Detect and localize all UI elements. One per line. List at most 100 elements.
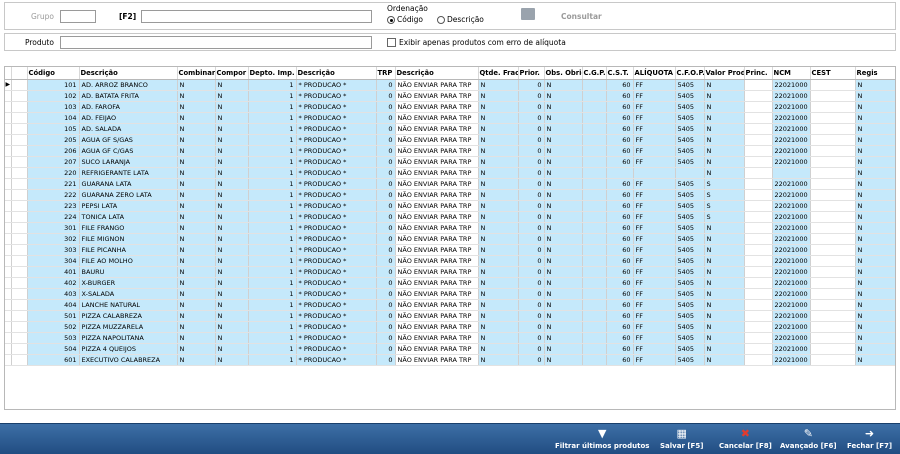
table-row[interactable]: 304 FILE AO MOLHO N N 1 * PRODUCAO * 0 NÃO ENVI…: [5, 255, 895, 267]
table-row[interactable]: 302 FILE MIGNON N N 1 * PRODUCAO * 0 NÃO ENVIAR…: [5, 233, 895, 245]
table-cell: N: [544, 211, 583, 223]
table-cell: [744, 233, 773, 245]
column-header[interactable]: ALÍQUOTA: [633, 67, 676, 80]
table-row[interactable]: 502 PIZZA MUZZARELA N N 1 * PRODUCAO * 0 NÃO EN…: [5, 321, 895, 333]
column-header[interactable]: Obs. Obrig.: [544, 67, 583, 80]
column-header[interactable]: TRP: [376, 67, 396, 80]
table-cell: X-BURGER: [79, 277, 178, 289]
table-cell: N: [704, 354, 745, 366]
search-book-icon[interactable]: [521, 8, 535, 20]
table-cell: NÃO ENVIAR PARA TRP: [395, 79, 479, 91]
consultar-button[interactable]: Consultar: [561, 12, 602, 21]
table-cell: 60: [606, 310, 634, 322]
table-cell: 0: [376, 255, 396, 267]
table-cell: 60: [606, 79, 634, 91]
table-row[interactable]: 103 AD. FAROFA N N 1 * PRODUCAO * 0 NÃO ENVIAR …: [5, 101, 895, 113]
table-cell: [744, 266, 773, 278]
table-row[interactable]: 206 AGUA GF C/GAS N N 1 * PRODUCAO * 0 NÃO ENVI…: [5, 145, 895, 157]
table-row[interactable]: 223 PEPSI LATA N N 1 * PRODUCAO * 0 NÃO ENVIAR …: [5, 200, 895, 212]
table-cell: [582, 123, 607, 135]
table-cell: N: [215, 200, 249, 212]
avancado-button[interactable]: ✎ Avançado [F6]: [780, 425, 837, 450]
table-cell: 0: [518, 288, 545, 300]
fechar-button[interactable]: ➜ Fechar [F7]: [847, 425, 892, 450]
grupo-code-input[interactable]: [60, 10, 96, 23]
column-header[interactable]: Princ.: [744, 67, 773, 80]
column-header[interactable]: C.S.T.: [606, 67, 634, 80]
table-row[interactable]: 221 GUARANA LATA N N 1 * PRODUCAO * 0 NÃO ENVIA…: [5, 178, 895, 190]
cancelar-button[interactable]: ✖ Cancelar [F8]: [719, 425, 772, 450]
table-cell: * PRODUCAO *: [296, 233, 377, 245]
column-header[interactable]: NCM: [772, 67, 811, 80]
table-row[interactable]: 503 PIZZA NAPOLITANA N N 1 * PRODUCAO * 0 NÃO E…: [5, 332, 895, 344]
table-cell: 301: [27, 222, 80, 234]
table-row[interactable]: 220 REFRIGERANTE LATA N N 1 * PRODUCAO * 0 NÃO …: [5, 167, 895, 179]
table-cell: 1: [248, 189, 297, 201]
spacer-cell: [11, 211, 28, 223]
table-row[interactable]: 401 BAURU N N 1 * PRODUCAO * 0 NÃO ENVIAR PARA …: [5, 266, 895, 278]
table-row[interactable]: 224 TONICA LATA N N 1 * PRODUCAO * 0 NÃO ENVIAR…: [5, 211, 895, 223]
spacer-cell: [11, 79, 28, 91]
table-row[interactable]: 222 GUARANA ZERO LATA N N 1 * PRODUCAO * 0 NÃO …: [5, 189, 895, 201]
column-header[interactable]: Compor: [215, 67, 249, 80]
table-cell: N: [544, 244, 583, 256]
table-row[interactable]: 205 AGUA GF S/GAS N N 1 * PRODUCAO * 0 NÃO ENVI…: [5, 134, 895, 146]
table-row[interactable]: 402 X-BURGER N N 1 * PRODUCAO * 0 NÃO ENVIAR PA…: [5, 277, 895, 289]
table-cell: [582, 321, 607, 333]
order-by-codigo-radio[interactable]: Código: [387, 15, 423, 24]
table-cell: [582, 255, 607, 267]
table-row[interactable]: 104 AD. FEIJAO N N 1 * PRODUCAO * 0 NÃO ENVIAR …: [5, 112, 895, 124]
table-row[interactable]: 303 FILE PICANHA N N 1 * PRODUCAO * 0 NÃO ENVIA…: [5, 244, 895, 256]
column-header[interactable]: CEST: [810, 67, 856, 80]
column-header[interactable]: Código: [27, 67, 80, 80]
table-cell: 22021000: [772, 145, 811, 157]
table-cell: 1: [248, 79, 297, 91]
column-header[interactable]: Valor Prod.: [704, 67, 745, 80]
products-grid[interactable]: Código Descrição Combinar Compor Depto. Imp.…: [4, 66, 896, 410]
table-row[interactable]: ▶ 101 AD. ARROZ BRANCO N N 1 * PRODUCAO * 0 NÃO …: [5, 79, 895, 91]
order-by-descricao-radio[interactable]: Descrição: [437, 15, 484, 24]
column-header[interactable]: Descrição: [296, 67, 377, 80]
table-row[interactable]: 504 PIZZA 4 QUEIJOS N N 1 * PRODUCAO * 0 NÃO EN…: [5, 343, 895, 355]
table-cell: 5405: [675, 255, 705, 267]
table-cell: 0: [518, 310, 545, 322]
column-header[interactable]: Prior.: [518, 67, 545, 80]
grupo-description-input[interactable]: [141, 10, 372, 23]
table-cell: [744, 112, 773, 124]
table-row[interactable]: 105 AD. SALADA N N 1 * PRODUCAO * 0 NÃO ENVIAR …: [5, 123, 895, 135]
table-cell: N: [215, 112, 249, 124]
table-cell: [744, 222, 773, 234]
table-cell: * PRODUCAO *: [296, 101, 377, 113]
table-row[interactable]: 404 LANCHE NATURAL N N 1 * PRODUCAO * 0 NÃO ENV…: [5, 299, 895, 311]
table-cell: NÃO ENVIAR PARA TRP: [395, 233, 479, 245]
filtrar-button[interactable]: ▼ Filtrar últimos produtos: [555, 425, 649, 450]
salvar-button[interactable]: ▦ Salvar [F5]: [660, 425, 703, 450]
table-row[interactable]: 301 FILE FRANGO N N 1 * PRODUCAO * 0 NÃO ENVIAR…: [5, 222, 895, 234]
table-row[interactable]: 403 X-SALADA N N 1 * PRODUCAO * 0 NÃO ENVIAR PA…: [5, 288, 895, 300]
column-header[interactable]: Regis: [855, 67, 895, 80]
table-cell: 22021000: [772, 321, 811, 333]
column-header[interactable]: Descrição: [395, 67, 479, 80]
table-row[interactable]: 501 PIZZA CALABREZA N N 1 * PRODUCAO * 0 NÃO EN…: [5, 310, 895, 322]
spacer-cell: [11, 156, 28, 168]
table-cell: 1: [248, 343, 297, 355]
table-cell: N: [704, 112, 745, 124]
table-row[interactable]: 207 SUCO LARANJA N N 1 * PRODUCAO * 0 NÃO ENVIA…: [5, 156, 895, 168]
column-header[interactable]: Qtde. Frac.: [478, 67, 519, 80]
produto-input[interactable]: [60, 36, 372, 49]
table-cell: 5405: [675, 79, 705, 91]
table-cell: 0: [518, 332, 545, 344]
column-header[interactable]: Depto. Imp.: [248, 67, 297, 80]
table-cell: 0: [518, 101, 545, 113]
table-cell: N: [478, 299, 519, 311]
table-cell: N: [544, 343, 583, 355]
column-header[interactable]: Descrição: [79, 67, 178, 80]
column-header[interactable]: C.G.P.: [582, 67, 607, 80]
table-row[interactable]: 601 EXECUTIVO CALABREZA N N 1 * PRODUCAO * 0 NÃ…: [5, 354, 895, 366]
table-cell: BAURU: [79, 266, 178, 278]
column-header[interactable]: Combinar: [177, 67, 216, 80]
column-header[interactable]: C.F.O.P.: [675, 67, 705, 80]
error-aliquota-checkbox[interactable]: [387, 38, 396, 47]
table-cell: 0: [376, 310, 396, 322]
table-row[interactable]: 102 AD. BATATA FRITA N N 1 * PRODUCAO * 0 NÃO E…: [5, 90, 895, 102]
